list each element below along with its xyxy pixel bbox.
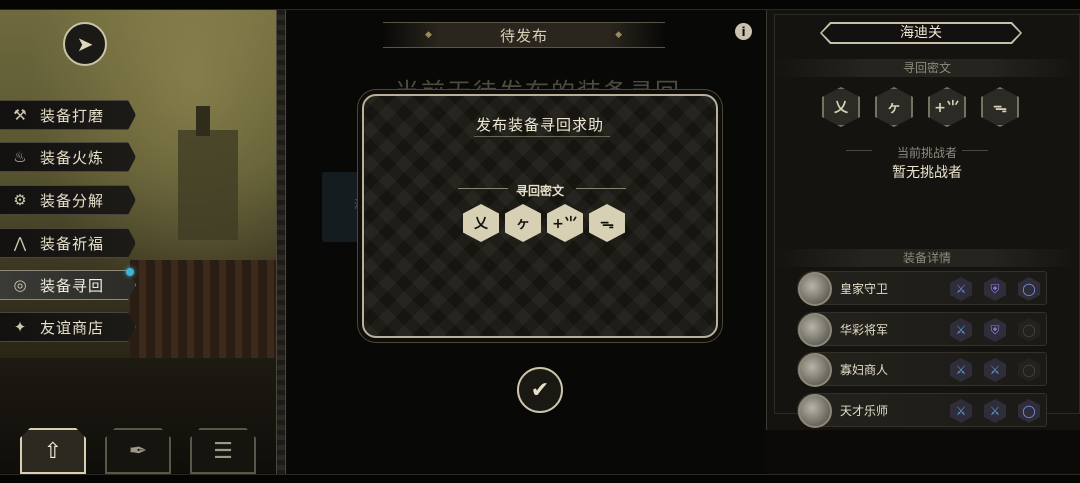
menu-item[interactable]: ⚙ 装备分解	[0, 185, 136, 215]
character-name: 皇家守卫	[840, 282, 889, 296]
ring-slot-icon[interactable]: ◯	[1018, 277, 1040, 301]
right-rune-row: 乂 ヶ +⺌ ᯓ	[822, 87, 1019, 127]
menu-item-label: 装备打磨	[40, 106, 105, 125]
scene-background	[0, 10, 276, 358]
rune-tile: ヶ	[875, 87, 913, 127]
cipher-subtitle: 寻回密文	[515, 184, 564, 198]
character-name: 华彩将军	[840, 323, 889, 337]
character-avatar	[798, 394, 832, 428]
subtitle-line-right	[576, 188, 626, 189]
confirm-button[interactable]: ✔	[517, 367, 563, 413]
empty-slot-icon[interactable]: ◯	[1018, 358, 1040, 382]
diamond-ornament-icon: ◆	[425, 30, 433, 40]
cipher-label: 寻回密文	[774, 59, 1080, 77]
menu-item[interactable]: ✦ 友谊商店	[0, 312, 136, 342]
challenger-label: 当前挑战者	[896, 146, 957, 160]
equipment-row[interactable]: 天才乐师 ⚔ ⚔ ◯	[797, 393, 1047, 428]
upload-icon: ⇧	[43, 438, 63, 464]
fox-icon: ✦	[13, 318, 27, 336]
info-icon[interactable]: i	[735, 23, 752, 40]
tower-silhouette	[178, 130, 238, 240]
blue-slot-icon[interactable]: ⚔	[950, 399, 972, 423]
armor-slot-icon[interactable]: ⛨	[984, 277, 1006, 301]
rune-tile[interactable]: +⺌	[547, 204, 583, 242]
empty-slot-icon[interactable]: ◯	[1018, 318, 1040, 342]
menu-item-label: 装备寻回	[40, 276, 105, 295]
top-border	[0, 0, 1080, 10]
panel-divider	[276, 10, 286, 475]
dialog-title: 发布装备寻回求助	[475, 116, 604, 134]
notification-dot	[126, 268, 134, 276]
checkmark-icon: ✔	[530, 377, 550, 403]
wooden-fence	[130, 260, 276, 358]
diamond-ornament-icon: ◆	[615, 30, 623, 40]
location-name: 海迪关	[822, 24, 1020, 42]
equipment-row[interactable]: 华彩将军 ⚔ ⛨ ◯	[797, 312, 1047, 347]
feather-icon: ✒	[128, 438, 148, 464]
retrieve-icon: ◎	[13, 276, 27, 294]
rune-tile[interactable]: ヶ	[505, 204, 541, 242]
back-button[interactable]: ➤	[63, 22, 107, 66]
rune-tile[interactable]: ᯓ	[589, 204, 625, 242]
divider-line	[962, 150, 988, 151]
menu-item-label: 装备祈福	[40, 234, 105, 253]
menu-item-label: 装备分解	[40, 191, 105, 210]
publish-dialog: 发布装备寻回求助 寻回密文 乂 ヶ +⺌ ᯓ	[362, 94, 718, 338]
background-card: 海	[322, 172, 366, 242]
character-name: 天才乐师	[840, 404, 889, 418]
list-tab-button[interactable]: ☰	[190, 428, 256, 474]
bottom-border	[0, 474, 1080, 483]
blue-slot-icon[interactable]: ⚔	[950, 318, 972, 342]
rune-tile: +⺌	[928, 87, 966, 127]
blue-slot-icon[interactable]: ⚔	[950, 358, 972, 382]
blue-slot-icon[interactable]: ⚔	[984, 399, 1006, 423]
menu-item[interactable]: ⋀ 装备祈福	[0, 228, 136, 258]
publish-tab-button[interactable]: ⇧	[20, 428, 86, 474]
location-title: 海迪关	[820, 22, 1022, 44]
disassemble-icon: ⚙	[13, 191, 27, 209]
list-icon: ☰	[213, 438, 233, 464]
blue-slot-icon[interactable]: ⚔	[984, 358, 1006, 382]
rune-tile: ᯓ	[981, 87, 1019, 127]
character-avatar	[798, 313, 832, 347]
menu-item-label: 友谊商店	[40, 318, 105, 337]
flame-icon: ♨	[13, 148, 27, 166]
menu-item[interactable]: ⚒ 装备打磨	[0, 100, 136, 130]
back-arrow-icon: ➤	[76, 32, 94, 56]
rune-tile[interactable]: 乂	[463, 204, 499, 242]
tower-top	[196, 106, 210, 136]
pending-title: 待发布	[499, 26, 548, 45]
quill-tab-button[interactable]: ✒	[105, 428, 171, 474]
armor-slot-icon[interactable]: ⛨	[984, 318, 1006, 342]
menu-item[interactable]: ◎ 装备寻回	[0, 270, 136, 300]
menu-item-label: 装备火炼	[40, 148, 105, 167]
equipment-row[interactable]: 寡妇商人 ⚔ ⚔ ◯	[797, 352, 1047, 387]
equip-details-label: 装备详情	[774, 249, 1080, 267]
pending-header: ◆ 待发布 ◆	[383, 22, 665, 48]
character-avatar	[798, 272, 832, 306]
equipment-row[interactable]: 皇家守卫 ⚔ ⛨ ◯	[797, 271, 1047, 306]
hammer-icon: ⚒	[13, 106, 27, 124]
weapon-slot-icon[interactable]: ⚔	[950, 277, 972, 301]
character-name: 寡妇商人	[840, 363, 889, 377]
challenger-value: 暂无挑战者	[892, 165, 962, 181]
menu-item[interactable]: ♨ 装备火炼	[0, 142, 136, 172]
ring-slot-icon[interactable]: ◯	[1018, 399, 1040, 423]
title-underline	[474, 136, 610, 137]
dialog-rune-row: 乂 ヶ +⺌ ᯓ	[463, 204, 625, 242]
character-avatar	[798, 353, 832, 387]
rune-tile: 乂	[822, 87, 860, 127]
prayer-icon: ⋀	[13, 234, 27, 252]
